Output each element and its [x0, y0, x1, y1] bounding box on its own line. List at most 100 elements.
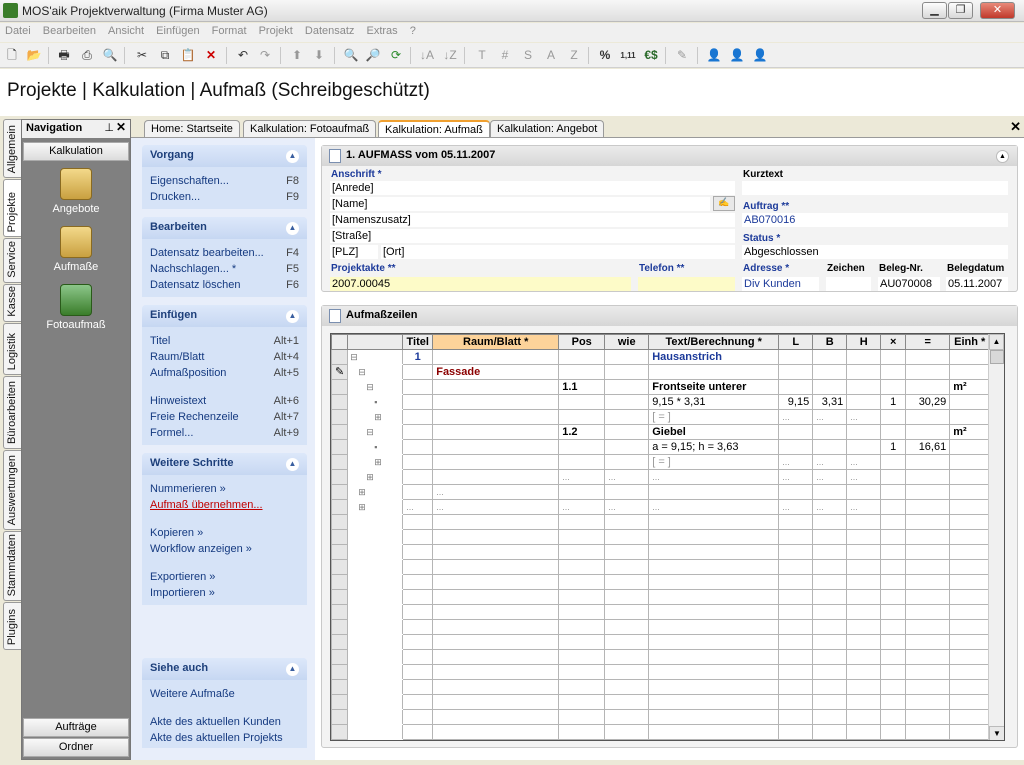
cell-h[interactable] [846, 619, 882, 635]
cell-b[interactable] [812, 649, 848, 665]
cell-raum[interactable]: Fassade [432, 364, 560, 380]
cell-b[interactable] [812, 634, 848, 650]
vtab-projekte[interactable]: Projekte [3, 179, 21, 237]
cell-titel[interactable] [402, 694, 434, 710]
cell-l[interactable] [778, 484, 814, 500]
anrede-field[interactable]: [Anrede] [330, 181, 735, 195]
cell-raum[interactable] [432, 694, 560, 710]
cell-pos[interactable] [558, 664, 606, 680]
cell-wie[interactable]: ... [604, 499, 650, 515]
cell-h[interactable] [846, 439, 882, 455]
cell-x[interactable] [880, 589, 907, 605]
cell-raum[interactable] [432, 604, 560, 620]
cell-x[interactable] [880, 469, 907, 485]
cell-x[interactable] [880, 514, 907, 530]
cell-text[interactable] [648, 679, 780, 695]
vertical-scrollbar[interactable]: ▲ ▼ [988, 334, 1004, 740]
cell-b[interactable] [812, 529, 848, 545]
cell-h[interactable]: ... [846, 469, 882, 485]
cell-wie[interactable] [604, 619, 650, 635]
cell-b[interactable] [812, 559, 848, 575]
cell-raum[interactable] [432, 649, 560, 665]
cell-l[interactable] [778, 514, 814, 530]
cell-eq[interactable] [905, 574, 951, 590]
cell-wie[interactable] [604, 664, 650, 680]
minimize-button[interactable]: ▁ [922, 2, 947, 19]
cell-einh[interactable] [949, 529, 991, 545]
table-row[interactable] [331, 589, 991, 605]
table-row[interactable]: ⊞ [ = ]......... [331, 409, 991, 425]
cell-eq[interactable] [905, 349, 951, 365]
row-selector[interactable] [331, 694, 349, 710]
ort-field[interactable]: [Ort] [381, 245, 735, 259]
cell-b[interactable] [812, 604, 848, 620]
scroll-up-icon[interactable]: ▲ [989, 334, 1004, 350]
cell-einh[interactable] [949, 439, 991, 455]
cell-x[interactable] [880, 529, 907, 545]
cell-titel[interactable] [402, 409, 434, 425]
cell-pos[interactable] [558, 724, 606, 740]
table-row[interactable] [331, 709, 991, 725]
cell-x[interactable] [880, 619, 907, 635]
cell-b[interactable] [812, 424, 848, 440]
nav-button-ordner[interactable]: Ordner [23, 738, 129, 757]
cell-raum[interactable] [432, 574, 560, 590]
cell-raum[interactable]: ... [432, 499, 560, 515]
cell-einh[interactable] [949, 469, 991, 485]
cell-wie[interactable] [604, 514, 650, 530]
cell-h[interactable]: ... [846, 499, 882, 515]
text-format-icon[interactable]: T [473, 47, 491, 64]
table-row[interactable] [331, 529, 991, 545]
collapse-icon[interactable]: ▲ [286, 663, 299, 676]
row-selector[interactable] [331, 484, 349, 500]
cell-raum[interactable] [432, 394, 560, 410]
tree-node[interactable]: ⊞ [347, 484, 404, 500]
cell-pos[interactable] [558, 364, 606, 380]
delete-icon[interactable]: ✕ [202, 47, 220, 64]
tree-node[interactable]: ⊞ [347, 469, 404, 485]
row-selector[interactable] [331, 349, 349, 365]
cell-eq[interactable] [905, 559, 951, 575]
cell-einh[interactable]: m² [949, 379, 991, 395]
row-selector[interactable] [331, 499, 349, 515]
tree-node[interactable]: ▪ [347, 439, 404, 455]
cell-raum[interactable] [432, 469, 560, 485]
cell-wie[interactable] [604, 574, 650, 590]
cell-l[interactable] [778, 664, 814, 680]
decimal-icon[interactable]: 1,11 [619, 47, 637, 64]
task-importieren[interactable]: Importieren » [142, 585, 307, 601]
cell-b[interactable] [812, 589, 848, 605]
adresse-field[interactable]: Div Kunden [742, 277, 819, 291]
cell-h[interactable] [846, 574, 882, 590]
cell-titel[interactable] [402, 469, 434, 485]
refresh-icon[interactable]: ⟳ [387, 47, 405, 64]
cell-text[interactable] [648, 529, 780, 545]
row-selector[interactable] [331, 679, 349, 695]
cell-wie[interactable] [604, 394, 650, 410]
cell-b[interactable] [812, 724, 848, 740]
cell-raum[interactable] [432, 544, 560, 560]
auftrag-field[interactable]: AB070016 [742, 213, 1008, 227]
paste-icon[interactable]: 📋 [179, 47, 197, 64]
cell-text[interactable] [648, 619, 780, 635]
cell-pos[interactable] [558, 634, 606, 650]
cell-raum[interactable] [432, 454, 560, 470]
table-row[interactable] [331, 634, 991, 650]
cell-titel[interactable] [402, 574, 434, 590]
cell-eq[interactable]: 30,29 [905, 394, 951, 410]
number-format-icon[interactable]: # [496, 47, 514, 64]
belegnr-field[interactable]: AU070008 [878, 277, 940, 291]
cell-h[interactable] [846, 694, 882, 710]
cell-titel[interactable] [402, 454, 434, 470]
cut-icon[interactable]: ✂ [133, 47, 151, 64]
cell-pos[interactable]: 1.1 [558, 379, 606, 395]
cell-eq[interactable] [905, 589, 951, 605]
cell-eq[interactable] [905, 604, 951, 620]
sort-desc-icon[interactable]: ↓Z [441, 47, 459, 64]
cell-pos[interactable] [558, 349, 606, 365]
cell-x[interactable] [880, 724, 907, 740]
task-freie-rechenzeile[interactable]: Freie Rechenzeile Alt+7 [142, 409, 307, 425]
table-row[interactable]: ⊟ 1 Hausanstrich [331, 349, 991, 365]
tree-node[interactable]: ⊞ [347, 409, 404, 425]
cell-l[interactable] [778, 619, 814, 635]
